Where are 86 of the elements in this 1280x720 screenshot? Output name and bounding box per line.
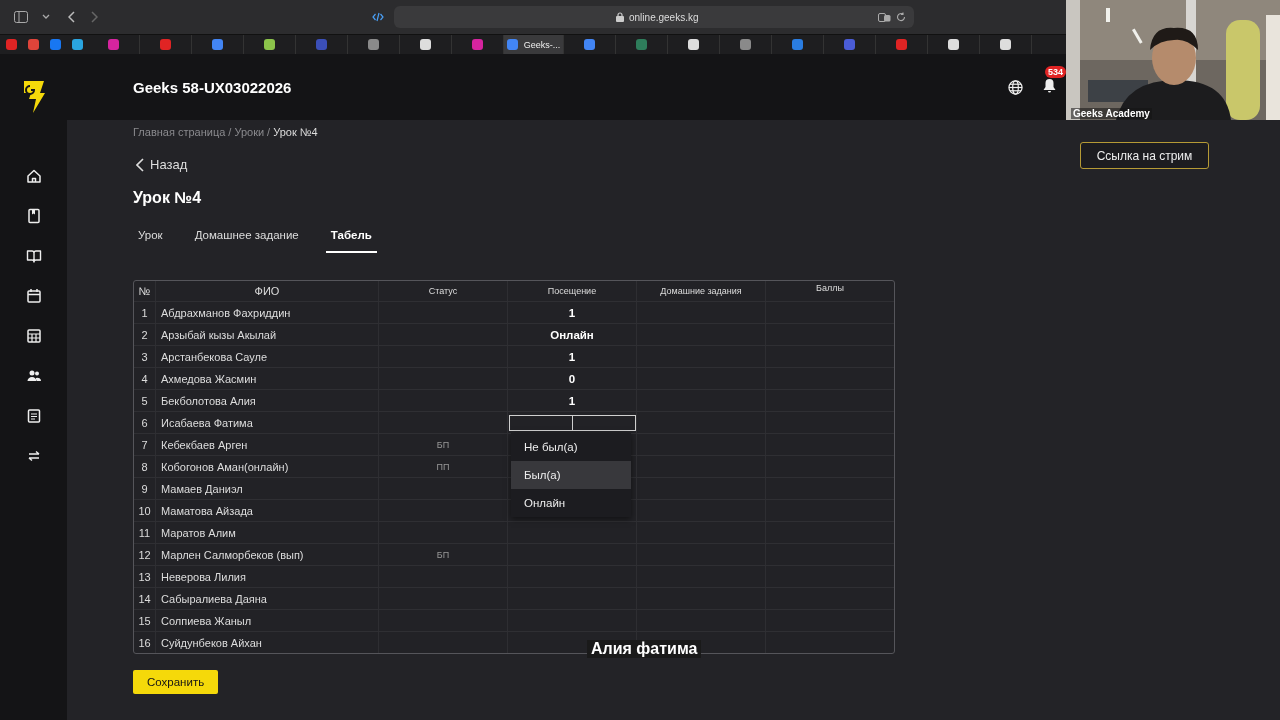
lock-icon bbox=[616, 12, 624, 22]
globe-icon[interactable] bbox=[1008, 79, 1023, 95]
reload-icon[interactable] bbox=[896, 12, 906, 22]
subtitle-caption: Алия фатима bbox=[587, 640, 702, 658]
code-icon[interactable] bbox=[372, 12, 384, 22]
student-name: Абдрахманов Фахриддин bbox=[156, 302, 379, 323]
attendance-value: 1 bbox=[508, 346, 637, 367]
save-button[interactable]: Сохранить bbox=[133, 670, 219, 694]
people-icon[interactable] bbox=[25, 368, 42, 384]
breadcrumb-link[interactable]: Главная страница bbox=[133, 126, 226, 138]
column-header: ФИО bbox=[156, 281, 379, 301]
notification-badge: 534 bbox=[1045, 65, 1067, 78]
tab[interactable]: Урок bbox=[133, 227, 168, 253]
student-name: Суйдунбеков Айхан bbox=[156, 632, 379, 653]
row-number: 9 bbox=[134, 478, 156, 499]
attendance-value: 1 bbox=[508, 390, 637, 411]
browser-tab[interactable]: Geeks-... bbox=[504, 35, 564, 54]
column-header: № bbox=[134, 281, 156, 301]
bell-icon[interactable] bbox=[1043, 77, 1056, 93]
column-header: Домашние задания bbox=[637, 281, 766, 301]
attendance-select[interactable] bbox=[508, 414, 636, 431]
tab[interactable]: Домашнее задание bbox=[189, 227, 304, 253]
row-number: 5 bbox=[134, 390, 156, 411]
dropdown-option[interactable]: Онлайн bbox=[511, 489, 631, 517]
attendance-value: 1 bbox=[508, 302, 637, 323]
course-title: Geeks 58-UX03022026 bbox=[133, 78, 293, 96]
notebook-icon[interactable] bbox=[25, 208, 42, 224]
attendance-value: 0 bbox=[508, 368, 637, 389]
column-header: Статус bbox=[379, 281, 508, 301]
attendance-value: Онлайн bbox=[508, 324, 637, 345]
table-icon[interactable] bbox=[25, 328, 42, 344]
student-name: Бекболотова Алия bbox=[156, 390, 379, 411]
student-name: Арзыбай кызы Акылай bbox=[156, 324, 379, 345]
dropdown-option[interactable]: Был(а) bbox=[511, 461, 631, 489]
column-header: Посещение bbox=[508, 281, 637, 301]
student-name: Кебекбаев Арген bbox=[156, 434, 379, 455]
student-name: Мамаев Даниэл bbox=[156, 478, 379, 499]
student-name: Сабыралиева Даяна bbox=[156, 588, 379, 609]
open-book-icon[interactable] bbox=[25, 248, 42, 264]
back-link[interactable]: Назад bbox=[133, 157, 188, 172]
student-name: Кобогонов Аман(онлайн) bbox=[156, 456, 379, 477]
back-icon[interactable] bbox=[68, 11, 76, 23]
row-number: 6 bbox=[134, 412, 156, 433]
document-icon[interactable] bbox=[25, 408, 42, 424]
breadcrumb-separator: / bbox=[228, 126, 232, 138]
stream-link-button[interactable]: Ссылка на стрим bbox=[1080, 142, 1209, 169]
student-name: Исабаева Фатима bbox=[156, 412, 379, 433]
row-number: 16 bbox=[134, 632, 156, 653]
row-number: 4 bbox=[134, 368, 156, 389]
status-cell: ПП bbox=[379, 456, 508, 477]
chevron-left-icon bbox=[136, 157, 144, 172]
student-name: Неверова Лилия bbox=[156, 566, 379, 587]
row-number: 11 bbox=[134, 522, 156, 543]
row-number: 8 bbox=[134, 456, 156, 477]
student-name: Маратов Алим bbox=[156, 522, 379, 543]
breadcrumb-link[interactable]: Уроки bbox=[234, 126, 265, 138]
column-header: Баллы bbox=[815, 282, 845, 295]
breadcrumb-separator: / bbox=[267, 126, 271, 138]
row-number: 12 bbox=[134, 544, 156, 565]
url-text: online.geeks.kg bbox=[629, 11, 699, 23]
chevron-down-icon[interactable] bbox=[42, 14, 50, 20]
address-bar[interactable]: online.geeks.kg bbox=[394, 6, 914, 28]
status-cell: БП bbox=[379, 434, 508, 455]
forward-icon[interactable] bbox=[90, 11, 98, 23]
row-number: 3 bbox=[134, 346, 156, 367]
translate-icon[interactable] bbox=[878, 12, 891, 22]
student-name: Марлен Салморбеков (вып) bbox=[156, 544, 379, 565]
student-name: Солпиева Жаныл bbox=[156, 610, 379, 631]
sidebar-toggle-icon[interactable] bbox=[14, 11, 28, 23]
row-number: 1 bbox=[134, 302, 156, 323]
row-number: 15 bbox=[134, 610, 156, 631]
student-name: Ахмедова Жасмин bbox=[156, 368, 379, 389]
row-number: 7 bbox=[134, 434, 156, 455]
row-number: 2 bbox=[134, 324, 156, 345]
calendar-icon[interactable] bbox=[25, 288, 42, 304]
row-number: 10 bbox=[134, 500, 156, 521]
row-number: 13 bbox=[134, 566, 156, 587]
student-name: Арстанбекова Сауле bbox=[156, 346, 379, 367]
status-cell: БП bbox=[379, 544, 508, 565]
student-name: Маматова Айзада bbox=[156, 500, 379, 521]
home-icon[interactable] bbox=[25, 168, 42, 184]
participant-name: Geeks Academy bbox=[1071, 108, 1152, 119]
dropdown-option[interactable]: Не был(а) bbox=[511, 433, 631, 461]
row-number: 14 bbox=[134, 588, 156, 609]
tab[interactable]: Табель bbox=[325, 227, 377, 253]
page-heading: Урок №4 bbox=[133, 189, 202, 207]
